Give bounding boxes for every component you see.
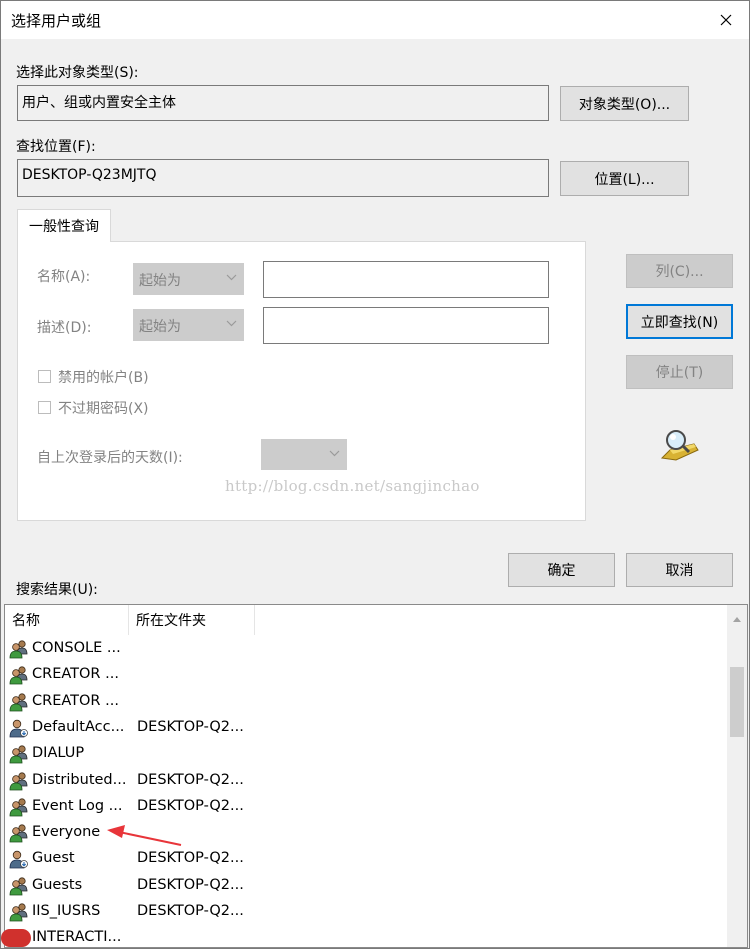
row-name: CREATOR ... — [32, 692, 119, 709]
group-icon — [9, 692, 29, 716]
row-folder: DESKTOP-Q2... — [137, 850, 244, 867]
location-field: DESKTOP-Q23MJTQ — [17, 159, 549, 197]
chevron-down-icon — [329, 450, 340, 457]
row-name: Distributed... — [32, 771, 127, 788]
table-row[interactable]: IIS_IUSRS DESKTOP-Q2... — [5, 899, 725, 925]
cancel-button[interactable]: 取消 — [626, 553, 733, 587]
site-logo-badge — [1, 929, 31, 947]
non-expiring-password-label: 不过期密码(X) — [58, 401, 149, 417]
row-folder: DESKTOP-Q2... — [137, 797, 244, 814]
scrollbar-thumb[interactable] — [730, 667, 744, 737]
description-mode-value: 起始为 — [139, 319, 181, 335]
window-title: 选择用户或组 — [11, 12, 102, 30]
group-icon — [9, 771, 29, 795]
user-icon — [9, 718, 29, 742]
row-name: IIS_IUSRS — [32, 903, 101, 919]
user-icon — [9, 849, 29, 873]
select-users-dialog: 选择用户或组 选择此对象类型(S): 用户、组或内置安全主体 对象类型(O)..… — [0, 0, 750, 949]
find-now-button[interactable]: 立即查找(N) — [626, 304, 733, 339]
table-row[interactable]: INTERACTI... — [5, 925, 725, 947]
group-icon — [9, 797, 29, 821]
description-mode-select[interactable]: 起始为 — [133, 309, 244, 341]
scroll-up-icon[interactable] — [733, 617, 741, 622]
row-name: Guest — [32, 850, 75, 867]
row-folder: DESKTOP-Q2... — [137, 903, 244, 919]
object-type-label: 选择此对象类型(S): — [16, 65, 139, 81]
group-icon — [9, 665, 29, 689]
columns-button[interactable]: 列(C)... — [626, 254, 733, 288]
close-button[interactable] — [703, 1, 749, 39]
group-icon — [9, 823, 29, 847]
disabled-accounts-label: 禁用的帐户(B) — [58, 370, 149, 386]
row-folder: DESKTOP-Q2... — [137, 876, 244, 893]
row-name: INTERACTI... — [32, 929, 122, 946]
table-row[interactable]: CREATOR ... — [5, 689, 725, 715]
group-icon — [9, 902, 29, 926]
table-row[interactable]: Event Log ... DESKTOP-Q2... — [5, 794, 725, 820]
row-name: Event Log ... — [32, 797, 123, 814]
non-expiring-password-checkbox[interactable] — [38, 401, 51, 414]
row-name: DIALUP — [32, 745, 85, 762]
row-name: DefaultAcc... — [32, 718, 125, 735]
name-input[interactable] — [263, 261, 549, 298]
description-label: 描述(D): — [37, 320, 92, 336]
location-label: 查找位置(F): — [16, 139, 96, 155]
disabled-accounts-checkbox[interactable] — [38, 370, 51, 383]
group-icon — [9, 639, 29, 663]
name-mode-value: 起始为 — [139, 273, 181, 289]
table-row[interactable]: DefaultAcc... DESKTOP-Q2... — [5, 715, 725, 741]
table-row[interactable]: CREATOR ... — [5, 662, 725, 688]
chevron-down-icon — [226, 274, 237, 281]
vertical-scrollbar[interactable] — [727, 605, 747, 947]
row-folder: DESKTOP-Q2... — [137, 718, 244, 735]
name-mode-select[interactable]: 起始为 — [133, 263, 244, 295]
title-bar: 选择用户或组 — [1, 1, 749, 39]
row-name: Guests — [32, 876, 83, 893]
name-label: 名称(A): — [37, 269, 91, 285]
object-types-button[interactable]: 对象类型(O)... — [560, 86, 689, 121]
days-since-logon-label: 自上次登录后的天数(I): — [37, 450, 183, 466]
table-row[interactable]: Guests DESKTOP-Q2... — [5, 873, 725, 899]
row-name: CONSOLE ... — [32, 640, 121, 656]
close-icon — [720, 14, 732, 26]
column-header-name[interactable]: 名称 — [5, 605, 129, 635]
table-row[interactable]: CONSOLE ... — [5, 636, 725, 662]
row-name: CREATOR ... — [32, 666, 119, 683]
annotation-arrow-icon — [107, 825, 182, 846]
row-folder: DESKTOP-Q2... — [137, 771, 244, 788]
object-type-field: 用户、组或内置安全主体 — [17, 85, 549, 121]
chevron-down-icon — [226, 320, 237, 327]
search-results-label: 搜索结果(U): — [16, 582, 98, 598]
days-since-logon-select[interactable] — [261, 439, 347, 470]
group-icon — [9, 876, 29, 900]
row-name: Everyone — [32, 824, 101, 841]
description-input[interactable] — [263, 307, 549, 344]
ok-button[interactable]: 确定 — [508, 553, 615, 587]
table-row[interactable]: Distributed... DESKTOP-Q2... — [5, 768, 725, 794]
group-icon — [9, 744, 29, 768]
tab-general-query[interactable]: 一般性查询 — [17, 209, 111, 242]
search-results-list[interactable]: 名称 所在文件夹 CONSOLE ... CREATOR ... CREATOR .… — [4, 604, 748, 948]
table-row[interactable]: DIALUP — [5, 741, 725, 767]
column-header-folder[interactable]: 所在文件夹 — [129, 605, 255, 635]
stop-button[interactable]: 停止(T) — [626, 355, 733, 389]
locations-button[interactable]: 位置(L)... — [560, 161, 689, 196]
search-flashlight-icon — [660, 430, 699, 461]
watermark-text: http://blog.csdn.net/sangjinchao — [225, 477, 480, 495]
